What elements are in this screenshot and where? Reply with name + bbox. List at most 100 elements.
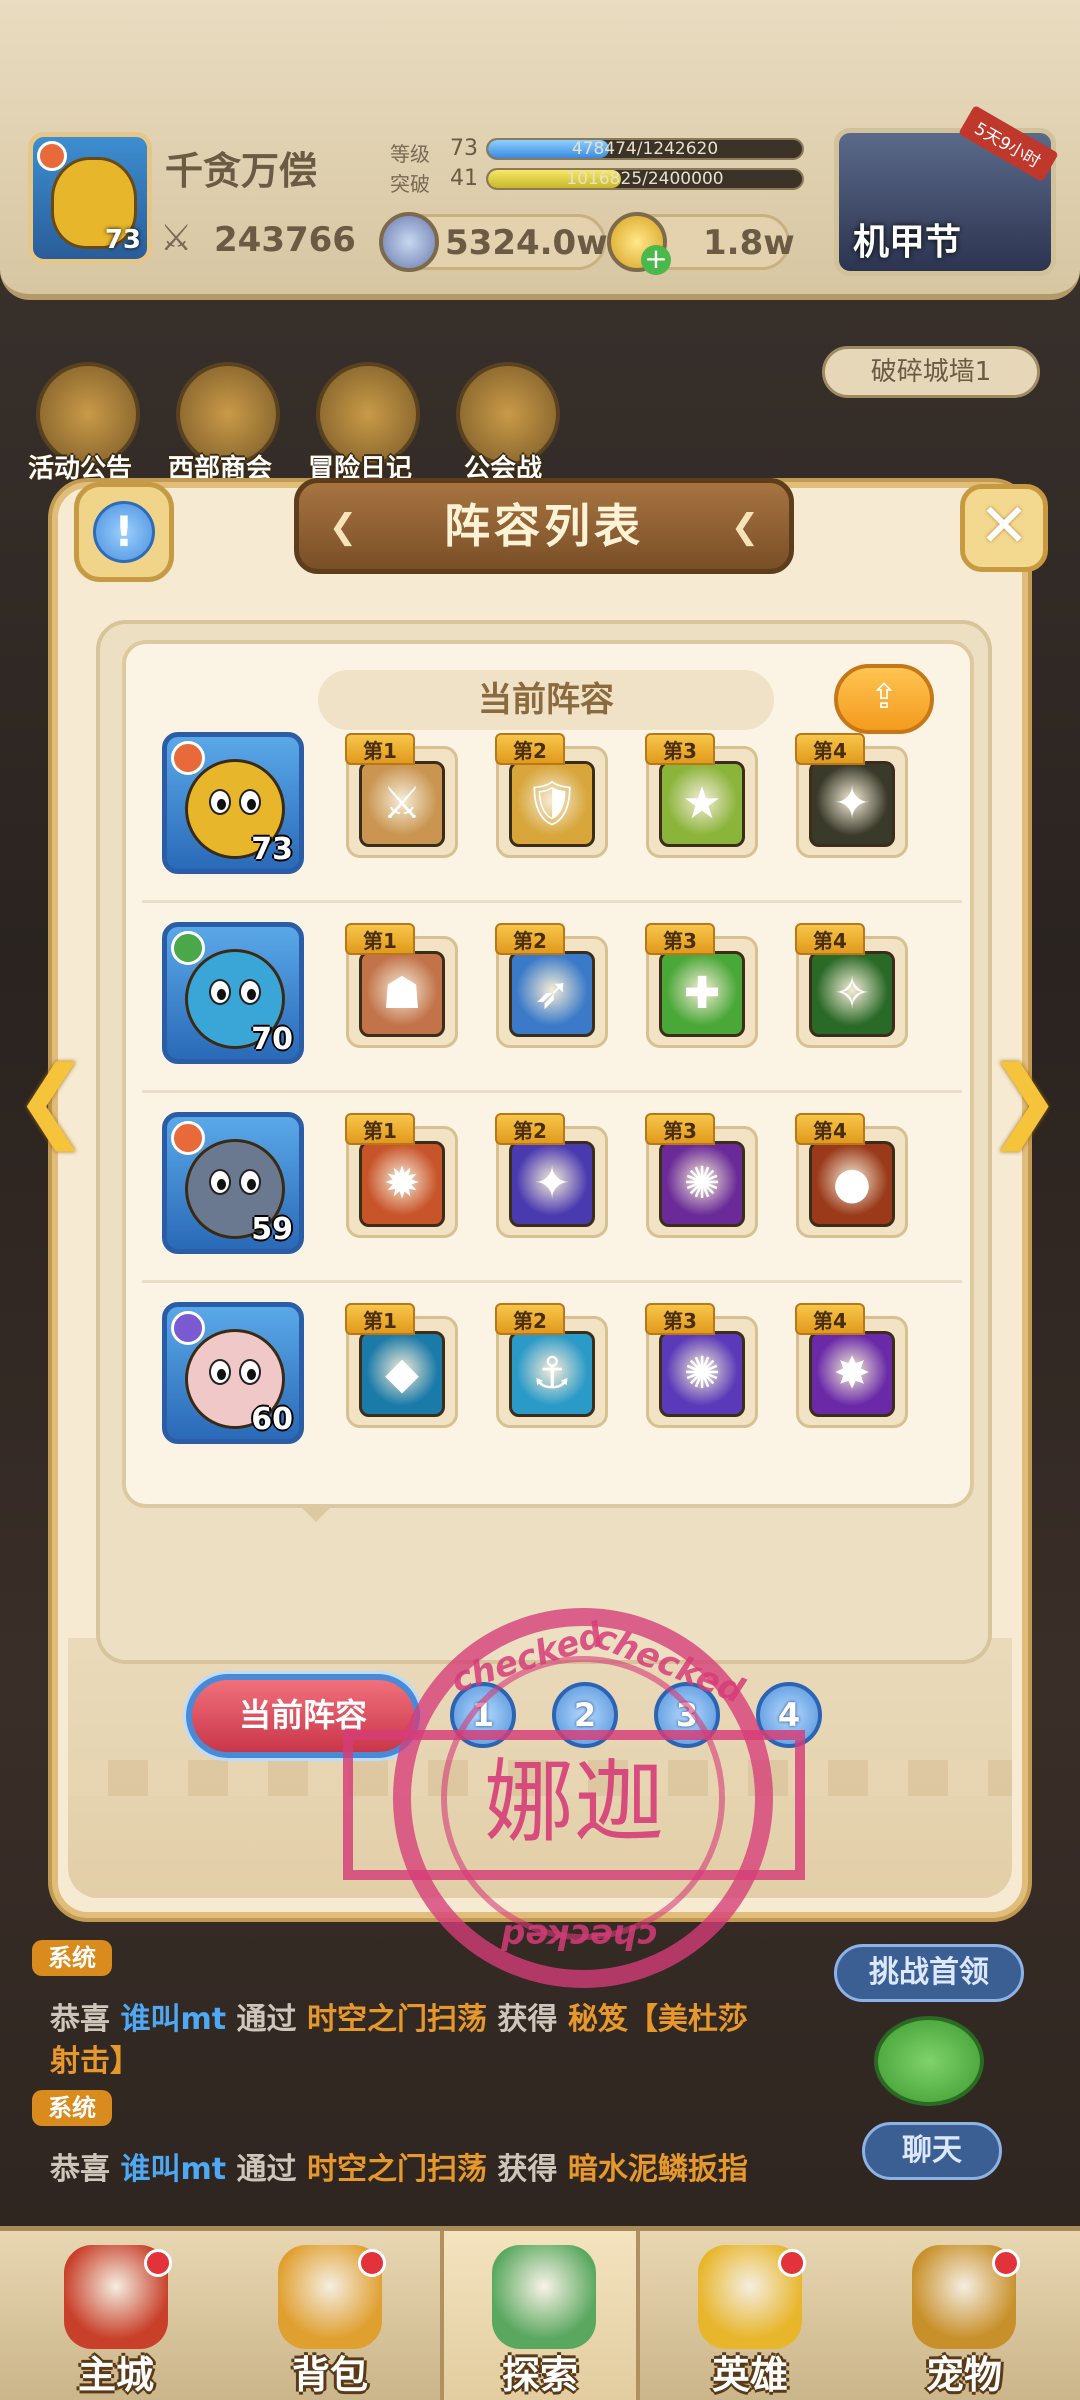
silver-coin-icon (379, 212, 439, 272)
add-gold-icon[interactable]: + (641, 245, 671, 275)
gold-resource[interactable]: + 1.8w (607, 212, 795, 275)
skill-slot-1[interactable]: ◆ 第1 (345, 1303, 458, 1428)
hero-level: 60 (251, 1402, 293, 1437)
skill-slot-3[interactable]: ✚ 第3 (645, 923, 758, 1048)
hero-class-badge-icon (171, 741, 205, 775)
nav-label: 主城 (77, 2353, 154, 2397)
player-name: 千贪万偿 (165, 149, 318, 193)
skill-slot-3[interactable]: ★ 第3 (645, 733, 758, 858)
player-avatar[interactable]: 73 (28, 132, 152, 264)
dialog-title-banner: ❮ 阵容列表 ❮ (294, 478, 794, 574)
row-separator (142, 1090, 962, 1093)
skill-icon: ● (809, 1141, 895, 1227)
lineup-card: 当前阵容 ⇪ 73 ⚔ 第1 🛡 第2 ★ 第3 ✦ 第4 70 ☗ 第1 ➶ 第2 ✚ 第3 ✧ 第4 59 ✹ 第1… (122, 640, 974, 1508)
level-progress-text: 478474/1242620 (571, 139, 719, 159)
hero-portrait[interactable]: 59 (162, 1112, 304, 1254)
level-value: 73 (450, 136, 478, 161)
share-button[interactable]: ⇪ (834, 664, 934, 734)
skill-glyph: ✦ (833, 778, 871, 829)
chat-username[interactable]: 谁叫mt (120, 2152, 226, 2187)
skill-glyph: ⚔ (382, 778, 422, 829)
skill-icon: ✦ (509, 1141, 595, 1227)
skill-icon: ⚔ (359, 761, 445, 847)
hero-portrait[interactable]: 60 (162, 1302, 304, 1444)
skill-glyph: ✦ (533, 1158, 571, 1209)
hero-eye-icon (209, 789, 231, 815)
skill-slot-3[interactable]: ✺ 第3 (645, 1113, 758, 1238)
nav-heroes[interactable]: 英雄 (650, 2231, 850, 2400)
skill-glyph: ● (832, 1158, 872, 1209)
skill-slot-2[interactable]: ➶ 第2 (495, 923, 608, 1048)
skill-slot-3[interactable]: ✺ 第3 (645, 1303, 758, 1428)
chat-text: 获得 (497, 2152, 558, 2187)
challenge-boss-button[interactable]: 挑战首领 (834, 1944, 1024, 2002)
info-button[interactable]: ! (74, 482, 174, 582)
hero-eye-icon (239, 1359, 261, 1385)
shortcut-guild-war[interactable]: 公会战 (456, 362, 560, 484)
chat-place: 时空之门扫荡 (306, 2002, 487, 2037)
skill-rank-label: 第2 (495, 1113, 565, 1145)
skill-icon: ➶ (509, 951, 595, 1037)
skill-slot-4[interactable]: ✧ 第4 (795, 923, 908, 1048)
breakthrough-progress-bar: 1016825/2400000 (486, 168, 804, 190)
stage-label[interactable]: 破碎城墙1 (822, 346, 1040, 398)
chat-message-1-continued: 射击】 (50, 2044, 140, 2079)
nav-main-city[interactable]: 主城 (16, 2231, 216, 2400)
chat-message-2: 恭喜 谁叫mt 通过 时空之门扫荡 获得 暗水泥鳞扳指 (50, 2144, 748, 2188)
close-button[interactable]: ✕ (960, 484, 1048, 572)
skill-slot-1[interactable]: ⚔ 第1 (345, 733, 458, 858)
skill-rank-label: 第1 (345, 1303, 415, 1335)
nav-pets[interactable]: 宠物 (864, 2231, 1064, 2400)
next-arrow-icon[interactable]: ❯ (986, 1050, 1061, 1150)
skill-glyph: ⚓ (532, 1348, 572, 1399)
nav-backpack[interactable]: 背包 (230, 2231, 430, 2400)
hero-portrait[interactable]: 70 (162, 922, 304, 1064)
level-label: 等级 (390, 142, 430, 166)
skill-icon: ◆ (359, 1331, 445, 1417)
event-banner[interactable]: 5天9小时 机甲节 (834, 105, 1059, 276)
shortcut-west-shop[interactable]: 西部商会 (168, 362, 280, 484)
hero-portrait[interactable]: 73 (162, 732, 304, 874)
chat-text: 恭喜 (50, 2002, 110, 2037)
skill-slot-1[interactable]: ✹ 第1 (345, 1113, 458, 1238)
skill-slot-4[interactable]: ● 第4 (795, 1113, 908, 1238)
shortcut-announcements[interactable]: 活动公告 (28, 362, 140, 484)
skill-slot-1[interactable]: ☗ 第1 (345, 923, 458, 1048)
event-title: 机甲节 (853, 222, 962, 263)
breakthrough-progress-text: 1016825/2400000 (566, 169, 724, 189)
chat-button[interactable]: 聊天 (862, 2122, 1002, 2180)
skill-icon: ✺ (659, 1331, 745, 1417)
skill-slot-4[interactable]: ✦ 第4 (795, 733, 908, 858)
chat-item[interactable]: 暗水泥鳞扳指 (568, 2152, 748, 2187)
previous-arrow-icon[interactable]: ❮ (14, 1050, 89, 1150)
hero-eye-icon (209, 979, 231, 1005)
shortcut-adventure-log[interactable]: 冒险日记 (308, 362, 420, 484)
skill-rank-label: 第3 (645, 733, 715, 765)
skill-glyph: ✺ (683, 1158, 721, 1209)
nav-explore[interactable]: 探索 (440, 2231, 640, 2400)
silver-resource[interactable]: 5324.0w (379, 212, 608, 272)
chat-bubble-icon[interactable] (874, 2016, 984, 2106)
nav-label: 背包 (291, 2353, 368, 2397)
skill-slot-2[interactable]: ✦ 第2 (495, 1113, 608, 1238)
skill-rank-label: 第4 (795, 923, 865, 955)
map-icon (492, 2245, 596, 2349)
lineup-panel: 当前阵容 ⇪ 73 ⚔ 第1 🛡 第2 ★ 第3 ✦ 第4 70 ☗ 第1 ➶ 第2 ✚ 第3 ✧ 第4 59 ✹ 第1… (96, 620, 992, 1758)
chat-text: 获得 (497, 2002, 558, 2037)
chat-text: 通过 (236, 2152, 297, 2187)
breakthrough-label: 突破 (390, 172, 430, 196)
hero-eye-icon (209, 1169, 231, 1195)
nav-label: 宠物 (925, 2353, 1002, 2397)
stamp-name: 娜迦 (343, 1730, 805, 1880)
skill-rank-label: 第3 (645, 923, 715, 955)
chat-text: 通过 (236, 2002, 297, 2037)
hero-eye-icon (239, 1169, 261, 1195)
chat-item[interactable]: 秘笈【美杜莎 (568, 2002, 748, 2037)
bottom-navigation: 主城 背包 探索 英雄 宠物 (0, 2226, 1080, 2400)
skill-slot-4[interactable]: ✸ 第4 (795, 1303, 908, 1428)
card-pointer (298, 1504, 334, 1522)
skill-slot-2[interactable]: ⚓ 第2 (495, 1303, 608, 1428)
chat-username[interactable]: 谁叫mt (120, 2002, 226, 2037)
skill-slot-2[interactable]: 🛡 第2 (495, 733, 608, 858)
skill-icon: ✦ (809, 761, 895, 847)
